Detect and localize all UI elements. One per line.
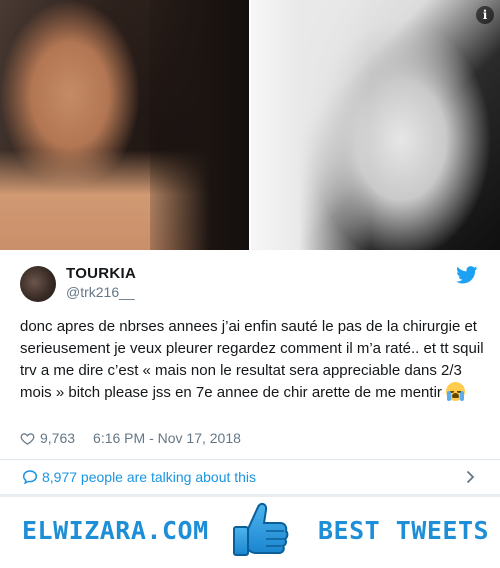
twitter-bird-icon[interactable] <box>456 266 478 284</box>
banner-tagline: BEST TWEETS <box>318 516 490 545</box>
tweet-text: donc apres de nbrses annees j’ai enfin s… <box>20 316 485 404</box>
heart-icon[interactable] <box>20 431 35 446</box>
speech-bubble-icon <box>22 470 38 485</box>
conversation-link[interactable]: 8,977 people are talking about this <box>0 460 500 494</box>
photo-left[interactable] <box>0 0 249 250</box>
loudly-crying-face-icon <box>446 382 466 401</box>
like-count[interactable]: 9,763 <box>40 430 75 446</box>
thumbs-up-icon <box>233 502 289 556</box>
tweet-header: TOURKIA @trk216__ <box>0 258 500 308</box>
photo-right[interactable] <box>251 0 500 250</box>
site-name: ELWIZARA.COM <box>22 516 209 545</box>
conversation-label[interactable]: 8,977 people are talking about this <box>42 469 256 485</box>
tweet-media[interactable] <box>0 0 500 250</box>
screen-name[interactable]: @trk216__ <box>66 284 135 300</box>
avatar[interactable] <box>20 266 56 302</box>
display-name[interactable]: TOURKIA <box>66 265 136 282</box>
timestamp[interactable]: 6:16 PM - Nov 17, 2018 <box>93 430 241 446</box>
chevron-right-icon[interactable] <box>466 470 475 484</box>
tweet-body: donc apres de nbrses annees j’ai enfin s… <box>20 318 484 401</box>
footer-banner: ELWIZARA.COM BEST TWEETS <box>0 497 500 568</box>
tweet-meta: 9,763 6:16 PM - Nov 17, 2018 <box>20 428 241 448</box>
info-icon[interactable]: i <box>476 6 494 24</box>
